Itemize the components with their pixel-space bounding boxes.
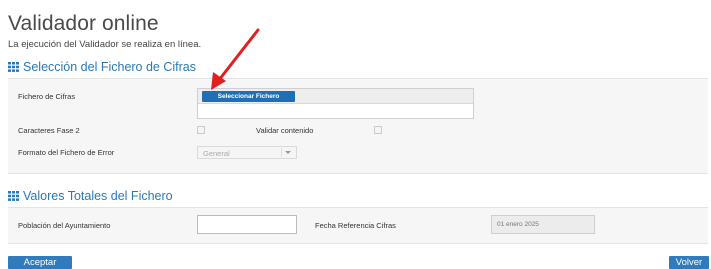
grid-icon	[8, 191, 19, 201]
validate-content-checkbox[interactable]	[374, 126, 382, 134]
chevron-down-icon	[285, 151, 291, 154]
page-subtitle: La ejecución del Validador se realiza en…	[8, 39, 202, 50]
file-label: Fichero de Cifras	[18, 92, 76, 101]
section-title-totals-text: Valores Totales del Fichero	[23, 189, 173, 203]
page-title: Validador online	[8, 12, 159, 35]
error-format-value: General	[203, 149, 230, 158]
validate-content-label: Validar contenido	[256, 126, 314, 135]
section-title-file: Selección del Fichero de Cifras	[8, 60, 196, 74]
select-separator	[281, 148, 282, 157]
error-format-label: Formato del Fichero de Error	[18, 148, 115, 157]
select-file-button[interactable]: Seleccionar Fichero	[202, 91, 295, 102]
back-button[interactable]: Volver	[669, 256, 709, 269]
section-title-totals: Valores Totales del Fichero	[8, 189, 173, 203]
accept-button[interactable]: Aceptar	[8, 256, 72, 269]
error-format-select[interactable]: General	[197, 146, 297, 159]
file-drop-area[interactable]: Seleccionar Fichero	[197, 88, 474, 119]
reference-date-value: 01 enero 2025	[497, 221, 539, 228]
grid-icon	[8, 62, 19, 72]
section-title-file-text: Selección del Fichero de Cifras	[23, 60, 196, 74]
page: Validador online La ejecución del Valida…	[0, 0, 711, 269]
chars-phase2-checkbox[interactable]	[197, 126, 205, 134]
population-label: Población del Ayuntamiento	[18, 221, 111, 230]
chars-phase2-label: Caracteres Fase 2	[18, 126, 80, 135]
file-box-header: Seleccionar Fichero	[198, 89, 473, 104]
reference-date-field: 01 enero 2025	[491, 215, 595, 234]
reference-date-label: Fecha Referencia Cifras	[315, 221, 396, 230]
population-input[interactable]	[197, 215, 297, 234]
